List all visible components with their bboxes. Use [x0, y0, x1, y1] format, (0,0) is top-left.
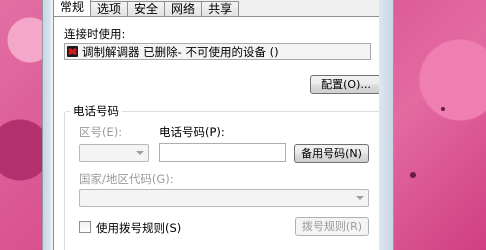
use-dialing-rules-checkbox[interactable]	[79, 221, 91, 233]
use-dialing-rules-label: 使用拨号规则(S)	[96, 221, 182, 235]
country-code-combo[interactable]	[79, 189, 369, 207]
connection-properties-dialog: 常规 选项 安全 网络 共享 连接时使用: 调制解调器 已删除- 不可使用的设备…	[42, 0, 394, 250]
phone-number-label: 电话号码(P):	[159, 125, 225, 139]
device-list[interactable]: 调制解调器 已删除- 不可使用的设备 ()	[64, 43, 371, 60]
phone-number-field[interactable]	[159, 143, 286, 162]
configure-button[interactable]: 配置(O)...	[310, 75, 382, 94]
tab-security[interactable]: 安全	[127, 1, 166, 16]
tab-networking[interactable]: 网络	[164, 1, 203, 16]
alternates-button[interactable]: 备用号码(N)	[294, 144, 369, 163]
chevron-down-icon	[356, 196, 364, 200]
area-code-combo[interactable]	[79, 144, 149, 162]
dialing-rules-button[interactable]: 拨号规则(R)	[295, 217, 369, 236]
tab-strip: 常规 选项 安全 网络 共享	[53, 0, 240, 16]
general-tab-panel: 连接时使用: 调制解调器 已删除- 不可使用的设备 () 配置(O)... 电话…	[53, 16, 384, 250]
tab-sharing[interactable]: 共享	[201, 1, 240, 16]
modem-icon	[67, 46, 78, 57]
chevron-down-icon	[136, 151, 144, 155]
tab-general[interactable]: 常规	[53, 0, 92, 16]
device-name: 调制解调器 已删除- 不可使用的设备 ()	[82, 44, 279, 59]
phone-group-title: 电话号码	[70, 103, 122, 119]
wallpaper-dot	[441, 107, 445, 111]
tab-options[interactable]: 选项	[90, 1, 129, 16]
country-code-label: 国家/地区代码(G):	[79, 172, 174, 186]
connect-using-label: 连接时使用:	[64, 27, 126, 41]
wallpaper-dot	[410, 172, 416, 178]
area-code-label: 区号(E):	[79, 125, 123, 139]
